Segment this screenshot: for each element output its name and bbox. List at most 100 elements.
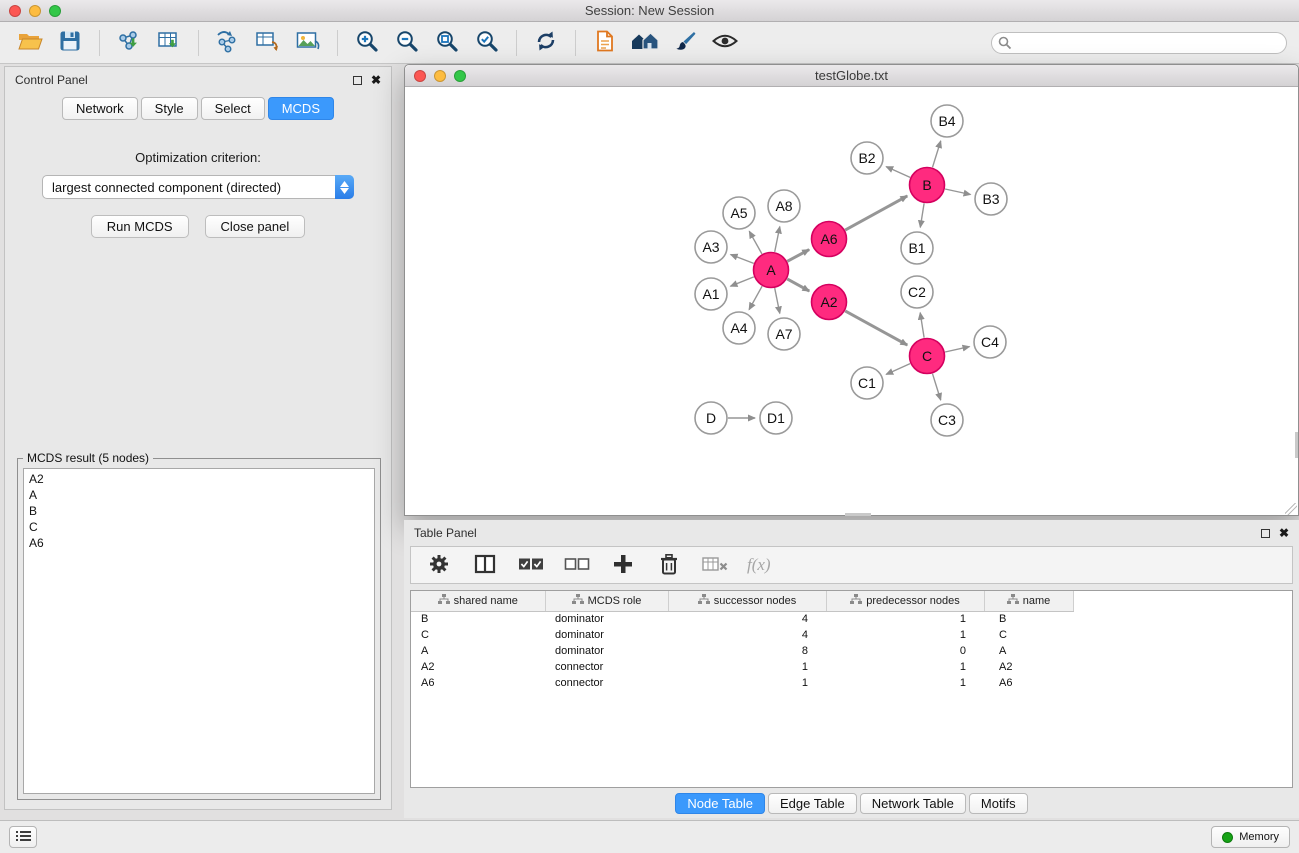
network-graph[interactable]: B4B2BB3A5A8A6A3B1AC2A1A2A4A7C4CC1DD1C3: [405, 87, 1298, 516]
column-header[interactable]: shared name: [411, 591, 545, 611]
table-cell[interactable]: 4: [668, 611, 826, 627]
task-history-button[interactable]: [9, 826, 37, 848]
tab-edge-table[interactable]: Edge Table: [768, 793, 857, 814]
table-cell[interactable]: A: [984, 643, 1073, 659]
run-mcds-button[interactable]: Run MCDS: [91, 215, 189, 238]
graph-edge[interactable]: [945, 347, 969, 352]
network-vertical-scrollbar[interactable]: [1295, 432, 1298, 458]
graph-edge[interactable]: [886, 364, 910, 375]
optimization-criterion-dropdown[interactable]: largest connected component (directed): [42, 175, 354, 199]
graph-edge[interactable]: [933, 141, 941, 167]
table-row[interactable]: A2connector11A2: [411, 659, 1073, 675]
zoom-in-button[interactable]: [349, 26, 385, 60]
table-cell[interactable]: 1: [668, 659, 826, 675]
table-cell[interactable]: 1: [668, 675, 826, 691]
table-cell[interactable]: B: [984, 611, 1073, 627]
delete-row-button[interactable]: [655, 548, 683, 582]
table-cell[interactable]: A6: [984, 675, 1073, 691]
open-session-button[interactable]: [12, 26, 48, 60]
table-cell[interactable]: dominator: [545, 611, 668, 627]
table-cell[interactable]: A: [411, 643, 545, 659]
add-row-button[interactable]: [609, 548, 637, 582]
home-layout-button[interactable]: [627, 26, 663, 60]
column-header[interactable]: predecessor nodes: [826, 591, 984, 611]
graph-edge[interactable]: [787, 279, 809, 291]
table-cell[interactable]: 1: [826, 611, 984, 627]
delete-table-button[interactable]: [701, 548, 729, 582]
table-cell[interactable]: 8: [668, 643, 826, 659]
import-table-button[interactable]: [151, 26, 187, 60]
show-hide-button[interactable]: [707, 26, 743, 60]
close-window-button[interactable]: [9, 5, 21, 17]
tab-select[interactable]: Select: [201, 97, 265, 120]
graph-edge[interactable]: [945, 189, 970, 195]
table-cell[interactable]: dominator: [545, 627, 668, 643]
mcds-result-list[interactable]: A2ABCA6: [23, 468, 375, 794]
unselect-all-button[interactable]: [563, 548, 591, 582]
result-item[interactable]: A2: [29, 471, 369, 487]
column-header[interactable]: successor nodes: [668, 591, 826, 611]
graph-edge[interactable]: [845, 196, 907, 230]
graph-edge[interactable]: [933, 374, 941, 400]
tab-style[interactable]: Style: [141, 97, 198, 120]
table-cell[interactable]: 1: [826, 675, 984, 691]
graph-edge[interactable]: [775, 227, 780, 252]
import-network-button[interactable]: [111, 26, 147, 60]
table-cell[interactable]: A6: [411, 675, 545, 691]
table-cell[interactable]: C: [411, 627, 545, 643]
network-canvas[interactable]: B4B2BB3A5A8A6A3B1AC2A1A2A4A7C4CC1DD1C3: [405, 87, 1298, 516]
table-cell[interactable]: A2: [411, 659, 545, 675]
network-horizontal-scrollbar[interactable]: [845, 513, 871, 516]
table-row[interactable]: Bdominator41B: [411, 611, 1073, 627]
table-row[interactable]: Adominator80A: [411, 643, 1073, 659]
memory-button[interactable]: Memory: [1211, 826, 1290, 848]
graph-edge[interactable]: [787, 250, 809, 262]
tab-network[interactable]: Network: [62, 97, 138, 120]
table-cell[interactable]: B: [411, 611, 545, 627]
column-header[interactable]: name: [984, 591, 1073, 611]
new-network-button[interactable]: [210, 26, 246, 60]
zoom-network-window-button[interactable]: [454, 70, 466, 82]
result-item[interactable]: A: [29, 487, 369, 503]
result-item[interactable]: B: [29, 503, 369, 519]
table-settings-button[interactable]: [425, 548, 453, 582]
show-columns-button[interactable]: [471, 548, 499, 582]
graph-edge[interactable]: [749, 231, 762, 254]
export-image-button[interactable]: [290, 26, 326, 60]
tab-network-table[interactable]: Network Table: [860, 793, 966, 814]
table-cell[interactable]: 0: [826, 643, 984, 659]
close-table-panel-icon[interactable]: ✖: [1279, 527, 1289, 539]
graph-edge[interactable]: [749, 286, 762, 309]
function-builder-button[interactable]: f(x): [747, 555, 771, 575]
table-cell[interactable]: connector: [545, 659, 668, 675]
close-network-window-button[interactable]: [414, 70, 426, 82]
graph-edge[interactable]: [886, 167, 910, 178]
table-cell[interactable]: dominator: [545, 643, 668, 659]
open-recent-button[interactable]: [587, 26, 623, 60]
graph-edge[interactable]: [920, 313, 924, 338]
tab-mcds[interactable]: MCDS: [268, 97, 334, 120]
paint-style-button[interactable]: [667, 26, 703, 60]
float-table-panel-icon[interactable]: [1261, 529, 1270, 538]
table-cell[interactable]: 1: [826, 659, 984, 675]
table-cell[interactable]: 4: [668, 627, 826, 643]
select-all-button[interactable]: [517, 548, 545, 582]
graph-edge[interactable]: [845, 311, 907, 345]
graph-edge[interactable]: [731, 255, 754, 264]
resize-grip-icon[interactable]: [1285, 503, 1297, 515]
table-cell[interactable]: 1: [826, 627, 984, 643]
graph-edge[interactable]: [775, 288, 780, 313]
graph-edge[interactable]: [731, 277, 754, 286]
minimize-network-window-button[interactable]: [434, 70, 446, 82]
result-item[interactable]: A6: [29, 535, 369, 551]
result-item[interactable]: C: [29, 519, 369, 535]
refresh-view-button[interactable]: [528, 26, 564, 60]
tab-motifs[interactable]: Motifs: [969, 793, 1028, 814]
table-cell[interactable]: C: [984, 627, 1073, 643]
table-row[interactable]: A6connector11A6: [411, 675, 1073, 691]
zoom-selected-button[interactable]: [469, 26, 505, 60]
minimize-window-button[interactable]: [29, 5, 41, 17]
network-table-button[interactable]: [250, 26, 286, 60]
close-panel-button[interactable]: Close panel: [205, 215, 306, 238]
tab-node-table[interactable]: Node Table: [675, 793, 765, 814]
